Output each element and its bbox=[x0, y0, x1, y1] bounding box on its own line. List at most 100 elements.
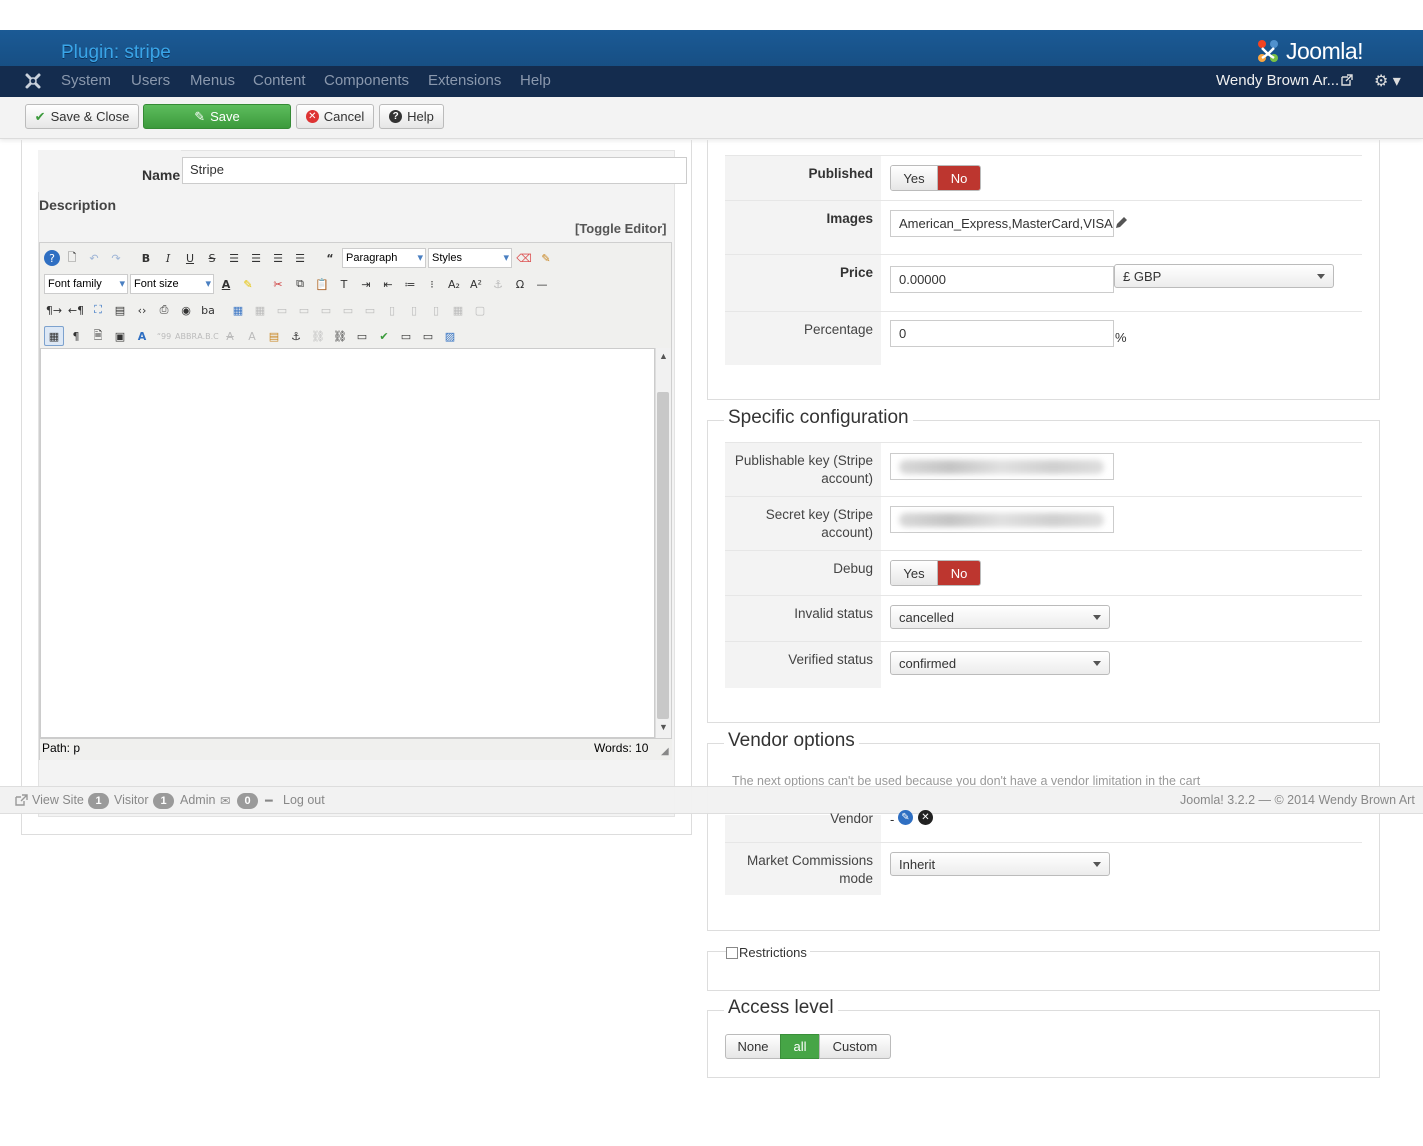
mail-icon[interactable]: ✉ bbox=[220, 793, 230, 808]
abbr-icon[interactable]: ABBR bbox=[175, 326, 197, 346]
cut-icon[interactable]: ✂ bbox=[268, 274, 288, 294]
page-break-icon[interactable]: 🗎 bbox=[88, 326, 108, 346]
print-icon[interactable]: ⎙ bbox=[154, 300, 174, 320]
blockquote-icon[interactable]: “ bbox=[320, 248, 340, 268]
name-input[interactable]: Stripe bbox=[182, 157, 687, 184]
attributes-icon[interactable]: ▤ bbox=[264, 326, 284, 346]
delete-row-icon[interactable]: ▭ bbox=[360, 300, 380, 320]
save-close-button[interactable]: ✔ Save & Close bbox=[25, 104, 139, 129]
horizontal-line-icon[interactable]: ▭ bbox=[396, 326, 416, 346]
path-value[interactable]: p bbox=[73, 741, 80, 755]
bold-icon[interactable]: B bbox=[136, 248, 156, 268]
font-family-select[interactable]: Font family bbox=[44, 274, 128, 294]
vendor-edit-icon[interactable]: ✎ bbox=[898, 810, 913, 825]
italic-icon[interactable]: I bbox=[158, 248, 178, 268]
secret-key-input[interactable] bbox=[890, 506, 1114, 533]
col-after-icon[interactable]: ▯ bbox=[404, 300, 424, 320]
market-commissions-select[interactable]: Inherit bbox=[890, 852, 1110, 876]
subscript-icon[interactable]: A₂ bbox=[444, 274, 464, 294]
spellcheck-icon[interactable]: ✔ bbox=[374, 326, 394, 346]
logout-link[interactable]: Log out bbox=[283, 793, 325, 807]
style-props-icon[interactable]: A bbox=[132, 326, 152, 346]
rtl-icon[interactable]: ←¶ bbox=[66, 300, 86, 320]
undo-icon[interactable]: ↶ bbox=[84, 248, 104, 268]
insert-image-icon[interactable]: ▨ bbox=[440, 326, 460, 346]
help-button[interactable]: ? Help bbox=[379, 104, 444, 129]
price-input[interactable]: 0.00000 bbox=[890, 266, 1114, 293]
anchor-icon[interactable]: ⚓ bbox=[488, 274, 508, 294]
debug-no-button[interactable]: No bbox=[938, 561, 980, 585]
align-left-icon[interactable]: ☰ bbox=[268, 248, 288, 268]
joomla-menu-icon[interactable] bbox=[24, 72, 42, 90]
gear-icon[interactable]: ⚙ ▾ bbox=[1374, 71, 1401, 91]
styles-select[interactable]: Styles bbox=[428, 248, 512, 268]
indent-icon[interactable]: ⇥ bbox=[356, 274, 376, 294]
row-props-icon[interactable]: ▭ bbox=[272, 300, 292, 320]
cell-props-icon[interactable]: ▭ bbox=[294, 300, 314, 320]
highlight-icon[interactable]: ✎ bbox=[238, 274, 258, 294]
fullscreen-icon[interactable]: ⛶ bbox=[88, 300, 108, 320]
col-before-icon[interactable]: ▯ bbox=[382, 300, 402, 320]
image-icon[interactable]: ▭ bbox=[352, 326, 372, 346]
link-icon[interactable]: ⛓ bbox=[330, 326, 350, 346]
scroll-down-icon[interactable]: ▼ bbox=[659, 722, 668, 732]
pencil-icon[interactable] bbox=[1114, 215, 1129, 230]
visual-aid-icon[interactable]: ▦ bbox=[44, 326, 64, 346]
nav-content[interactable]: Content bbox=[253, 72, 306, 89]
anchor-insert-icon[interactable]: ⚓ bbox=[286, 326, 306, 346]
unlink-icon[interactable]: ⛓ bbox=[308, 326, 328, 346]
strikethrough-icon[interactable]: S bbox=[202, 248, 222, 268]
vendor-clear-icon[interactable]: ✕ bbox=[918, 810, 933, 825]
bullet-list-icon[interactable]: ⁝ bbox=[422, 274, 442, 294]
resize-handle-icon[interactable]: ◢ bbox=[661, 746, 669, 757]
help-icon[interactable]: ? bbox=[44, 250, 60, 266]
nav-help[interactable]: Help bbox=[520, 72, 551, 89]
scroll-up-icon[interactable]: ▲ bbox=[659, 351, 668, 361]
editor-scrollbar-thumb[interactable] bbox=[657, 392, 669, 719]
nav-extensions[interactable]: Extensions bbox=[428, 72, 501, 89]
redo-icon[interactable]: ↷ bbox=[106, 248, 126, 268]
paragraph-select[interactable]: Paragraph bbox=[342, 248, 426, 268]
align-center-icon[interactable]: ☰ bbox=[246, 248, 266, 268]
merge-cells-icon[interactable]: ▢ bbox=[470, 300, 490, 320]
images-input[interactable]: American_Express,MasterCard,VISA bbox=[890, 210, 1114, 237]
nav-menus[interactable]: Menus bbox=[190, 72, 235, 89]
new-document-icon[interactable]: 🗋 bbox=[62, 248, 82, 268]
acronym-icon[interactable]: A.B.C bbox=[197, 326, 219, 346]
show-blocks-icon[interactable]: ¶ bbox=[66, 326, 86, 346]
replace-icon[interactable]: ba bbox=[198, 300, 218, 320]
verified-status-select[interactable]: confirmed bbox=[890, 651, 1110, 675]
align-right-icon[interactable]: ☰ bbox=[290, 248, 310, 268]
media-icon[interactable]: ▭ bbox=[418, 326, 438, 346]
outdent-icon[interactable]: ⇤ bbox=[378, 274, 398, 294]
template-icon[interactable]: ▤ bbox=[110, 300, 130, 320]
font-size-select[interactable]: Font size bbox=[130, 274, 214, 294]
nav-system[interactable]: System bbox=[61, 72, 111, 89]
insert-layer-icon[interactable]: ▣ bbox=[110, 326, 130, 346]
access-all-button[interactable]: all bbox=[780, 1034, 820, 1059]
row-before-icon[interactable]: ▭ bbox=[316, 300, 336, 320]
view-site-icon[interactable] bbox=[15, 794, 28, 806]
delete-col-icon[interactable]: ▯ bbox=[426, 300, 446, 320]
cancel-button[interactable]: ✕ Cancel bbox=[296, 104, 374, 129]
ordered-list-icon[interactable]: ≔ bbox=[400, 274, 420, 294]
debug-yes-button[interactable]: Yes bbox=[891, 561, 938, 585]
save-button[interactable]: ✎ Save bbox=[143, 104, 291, 129]
copy-icon[interactable]: ⧉ bbox=[290, 274, 310, 294]
paste-icon[interactable]: 📋 bbox=[312, 274, 332, 294]
editor-content-area[interactable] bbox=[40, 348, 655, 738]
superscript-icon[interactable]: A² bbox=[466, 274, 486, 294]
cite-icon[interactable]: “99 bbox=[154, 326, 174, 346]
user-menu[interactable]: Wendy Brown Ar... bbox=[1216, 72, 1339, 89]
underline-icon[interactable]: U bbox=[180, 248, 200, 268]
find-icon[interactable]: ◉ bbox=[176, 300, 196, 320]
restrictions-checkbox[interactable] bbox=[726, 946, 738, 959]
eraser-icon[interactable]: ⌫ bbox=[514, 248, 534, 268]
nav-users[interactable]: Users bbox=[131, 72, 170, 89]
table-icon[interactable]: ▦ bbox=[228, 300, 248, 320]
code-icon[interactable]: ‹› bbox=[132, 300, 152, 320]
row-after-icon[interactable]: ▭ bbox=[338, 300, 358, 320]
cleanup-icon[interactable]: ✎ bbox=[536, 248, 556, 268]
access-custom-button[interactable]: Custom bbox=[819, 1034, 891, 1059]
omega-icon[interactable]: Ω bbox=[510, 274, 530, 294]
